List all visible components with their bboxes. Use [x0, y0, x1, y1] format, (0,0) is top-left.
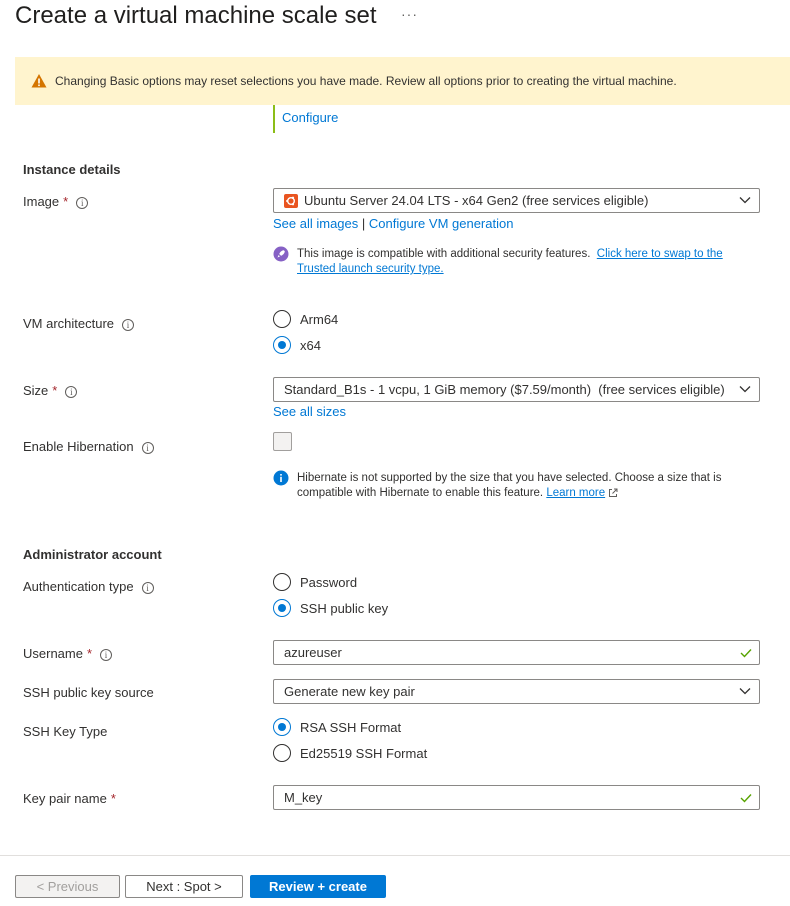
key-pair-name-label-text: Key pair name — [23, 791, 107, 806]
trusted-launch-note: This image is compatible with additional… — [297, 247, 767, 277]
key-pair-name-label: Key pair name * — [23, 791, 116, 806]
hibernation-label: Enable Hibernation i — [23, 439, 154, 454]
radio-label: SSH public key — [300, 600, 389, 616]
info-icon[interactable]: i — [100, 648, 113, 661]
next-spot-button[interactable]: Next : Spot > — [125, 875, 243, 898]
required-marker: * — [52, 383, 58, 398]
vm-architecture-label: VM architecture i — [23, 316, 135, 331]
configure-link[interactable]: Configure — [282, 110, 338, 125]
radio-rsa-ssh-format[interactable]: RSA SSH Format — [273, 718, 401, 736]
size-label-text: Size — [23, 383, 49, 398]
ssh-key-type-label: SSH Key Type — [23, 724, 108, 739]
swap-trusted-launch-link-part1[interactable]: Click here to swap to the — [597, 248, 723, 260]
hibernation-label-text: Enable Hibernation — [23, 439, 134, 454]
administrator-account-heading: Administrator account — [23, 547, 162, 562]
image-select[interactable]: Ubuntu Server 24.04 LTS - x64 Gen2 (free… — [273, 188, 760, 213]
more-options-button[interactable]: ··· — [401, 6, 418, 22]
radio-ssh-public-key[interactable]: SSH public key — [273, 599, 388, 617]
review-create-button[interactable]: Review + create — [250, 875, 386, 898]
authentication-type-label-text: Authentication type — [23, 579, 134, 594]
radio-label: RSA SSH Format — [300, 719, 402, 735]
warning-icon — [31, 73, 47, 89]
chevron-down-icon — [739, 386, 751, 393]
hibernation-note-line1: Hibernate is not supported by the size t… — [297, 472, 722, 484]
radio-arm64[interactable]: Arm64 — [273, 310, 338, 328]
radio-label: Ed25519 SSH Format — [300, 745, 428, 761]
footer-divider — [0, 855, 790, 856]
key-pair-name-value: M_key — [284, 790, 323, 805]
external-link-icon — [608, 488, 618, 498]
image-label-text: Image — [23, 194, 60, 209]
hibernation-checkbox[interactable] — [273, 432, 292, 451]
username-input[interactable]: azureuser — [273, 640, 760, 665]
radio-x64[interactable]: x64 — [273, 336, 321, 354]
hibernation-note: Hibernate is not supported by the size t… — [297, 471, 777, 501]
see-all-images-link[interactable]: See all images — [273, 216, 358, 231]
size-select[interactable]: Standard_B1s - 1 vcpu, 1 GiB memory ($7.… — [273, 377, 760, 402]
authentication-type-label: Authentication type i — [23, 579, 154, 594]
info-icon[interactable]: i — [122, 318, 135, 331]
required-marker: * — [63, 194, 69, 209]
page-title: Create a virtual machine scale set — [15, 2, 377, 29]
ubuntu-icon — [284, 193, 298, 208]
ssh-key-source-select[interactable]: Generate new key pair — [273, 679, 760, 704]
see-all-sizes-link[interactable]: See all sizes — [273, 404, 346, 419]
required-marker: * — [110, 791, 116, 806]
radio-button-selected[interactable] — [273, 599, 291, 617]
image-select-value: Ubuntu Server 24.04 LTS - x64 Gen2 (free… — [304, 193, 649, 208]
username-label: Username * i — [23, 646, 113, 661]
warning-text: Changing Basic options may reset selecti… — [55, 74, 677, 88]
radio-button[interactable] — [273, 744, 291, 762]
rocket-icon — [273, 246, 289, 262]
configure-vm-generation-link[interactable]: Configure VM generation — [369, 216, 514, 231]
warning-banner: Changing Basic options may reset selecti… — [15, 57, 790, 105]
username-value: azureuser — [284, 645, 342, 660]
chevron-down-icon — [739, 197, 751, 204]
ssh-key-source-value: Generate new key pair — [284, 684, 415, 699]
info-circle-icon — [273, 470, 289, 486]
radio-button[interactable] — [273, 573, 291, 591]
section-indicator-line — [273, 105, 275, 133]
swap-trusted-launch-link-part2[interactable]: Trusted launch security type. — [297, 263, 444, 275]
image-links: See all images | Configure VM generation — [273, 216, 513, 231]
radio-label: Arm64 — [300, 311, 339, 327]
radio-password[interactable]: Password — [273, 573, 357, 591]
info-icon[interactable]: i — [141, 581, 154, 594]
previous-button[interactable]: < Previous — [15, 875, 120, 898]
size-label: Size * i — [23, 383, 78, 398]
radio-button[interactable] — [273, 310, 291, 328]
info-icon[interactable]: i — [65, 385, 78, 398]
image-label: Image * i — [23, 194, 89, 209]
checkmark-icon — [740, 794, 752, 803]
chevron-down-icon — [739, 688, 751, 695]
link-separator: | — [361, 216, 366, 231]
username-label-text: Username — [23, 646, 83, 661]
radio-button-selected[interactable] — [273, 336, 291, 354]
ssh-key-source-label: SSH public key source — [23, 685, 154, 700]
radio-button-selected[interactable] — [273, 718, 291, 736]
checkmark-icon — [740, 649, 752, 658]
radio-ed25519-ssh-format[interactable]: Ed25519 SSH Format — [273, 744, 427, 762]
vm-architecture-label-text: VM architecture — [23, 316, 115, 331]
info-icon[interactable]: i — [141, 441, 154, 454]
key-pair-name-input[interactable]: M_key — [273, 785, 760, 810]
size-select-value: Standard_B1s - 1 vcpu, 1 GiB memory ($7.… — [284, 382, 725, 397]
trusted-launch-note-text: This image is compatible with additional… — [297, 248, 591, 260]
required-marker: * — [86, 646, 93, 661]
info-icon[interactable]: i — [76, 196, 89, 209]
learn-more-link[interactable]: Learn more — [546, 487, 605, 499]
hibernation-note-line2: compatible with Hibernate to enable this… — [297, 487, 544, 499]
radio-label: Password — [300, 574, 358, 590]
instance-details-heading: Instance details — [23, 162, 121, 177]
radio-label: x64 — [300, 337, 321, 353]
